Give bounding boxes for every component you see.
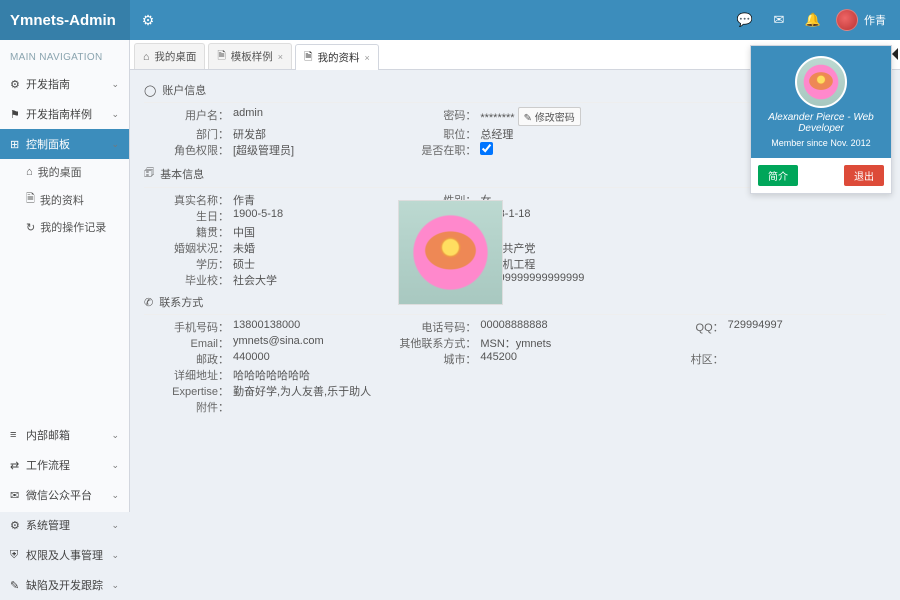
sidebar-toggle-icon[interactable]: ⚙ (130, 12, 166, 29)
chevron-down-icon: ⌄ (111, 109, 119, 120)
onjob-checkbox[interactable] (480, 142, 493, 155)
mail-icon[interactable]: ✉ (762, 12, 796, 28)
section-contact: ✆联系方式 (144, 288, 886, 315)
popover-since: Member since Nov. 2012 (771, 138, 870, 148)
chat-icon[interactable]: 💬 (728, 12, 762, 28)
gear-icon: ⚙ (10, 519, 26, 532)
sidebar-item-tracker[interactable]: ✎缺陷及开发跟踪⌄ (0, 570, 129, 600)
user-icon: ◯ (144, 84, 156, 97)
wechat-icon: ✉ (10, 489, 26, 502)
list-icon: ≡ (10, 429, 26, 441)
flow-icon: ⇄ (10, 459, 26, 472)
phone-icon: ✆ (144, 296, 153, 309)
avatar-icon (836, 9, 858, 31)
brand[interactable]: Ymnets-Admin (0, 0, 130, 40)
sidebar-item-samples[interactable]: ⚑ 开发指南样例 ⌄ (0, 99, 129, 129)
sidebar-item-permission[interactable]: ⛨权限及人事管理⌄ (0, 540, 129, 570)
user-popover: Alexander Pierce - Web Developer Member … (750, 45, 892, 194)
sidebar-item-guide[interactable]: ⚙ 开发指南 ⌄ (0, 69, 129, 99)
avatar-large (795, 56, 847, 108)
grid-icon: ⊞ (10, 138, 26, 151)
tab-template[interactable]: 🗎模板样例× (208, 43, 292, 69)
refresh-icon: ↻ (26, 221, 35, 234)
profile-photo (398, 200, 503, 305)
sidebar-item-dashboard[interactable]: ⊞ 控制面板 ⌄ (0, 129, 129, 159)
logout-button[interactable]: 退出 (844, 165, 884, 186)
user-name: 作青 (864, 12, 886, 28)
popover-name: Alexander Pierce - Web Developer (757, 112, 885, 134)
username-value: admin (229, 107, 263, 126)
sidebar-item-system[interactable]: ⚙系统管理⌄ (0, 510, 129, 540)
sidebar: MAIN NAVIGATION ⚙ 开发指南 ⌄ ⚑ 开发指南样例 ⌄ ⊞ 控制… (0, 40, 130, 512)
user-menu[interactable]: 作青 (830, 9, 900, 31)
sidebar-item-workflow[interactable]: ⇄工作流程⌄ (0, 450, 129, 480)
bell-icon[interactable]: 🔔 (796, 12, 830, 28)
home-icon: ⌂ (26, 166, 33, 178)
chevron-down-icon: ⌄ (111, 139, 119, 150)
home-icon: ⌂ (143, 51, 149, 63)
sidebar-sub-logs[interactable]: ↻我的操作记录 (0, 214, 129, 240)
sidebar-item-wechat[interactable]: ✉微信公众平台⌄ (0, 480, 129, 510)
chevron-down-icon: ⌄ (111, 79, 119, 90)
close-icon[interactable]: × (365, 53, 370, 63)
close-icon[interactable]: × (278, 52, 283, 62)
nav-header: MAIN NAVIGATION (0, 46, 129, 69)
gear-icon: ⚙ (10, 78, 26, 91)
card-icon: 🗊 (144, 164, 154, 183)
file-icon: 🗎 (304, 49, 312, 67)
tab-desktop[interactable]: ⌂我的桌面 (134, 43, 205, 69)
shield-icon: ⛨ (10, 549, 26, 562)
change-password-button[interactable]: ✎ 修改密码 (518, 107, 581, 126)
popover-caret-icon (892, 48, 898, 60)
sidebar-sub-desktop[interactable]: ⌂我的桌面 (0, 159, 129, 185)
file-icon: 🗎 (217, 48, 225, 66)
tab-profile[interactable]: 🗎我的资料× (295, 44, 379, 70)
file-icon: 🗎 (26, 190, 35, 209)
profile-button[interactable]: 简介 (758, 165, 798, 186)
sidebar-sub-profile[interactable]: 🗎我的资料 (0, 185, 129, 214)
sidebar-item-inbox[interactable]: ≡内部邮箱⌄ (0, 420, 129, 450)
flag-icon: ⚑ (10, 108, 26, 121)
pencil-icon: ✎ (10, 579, 26, 592)
